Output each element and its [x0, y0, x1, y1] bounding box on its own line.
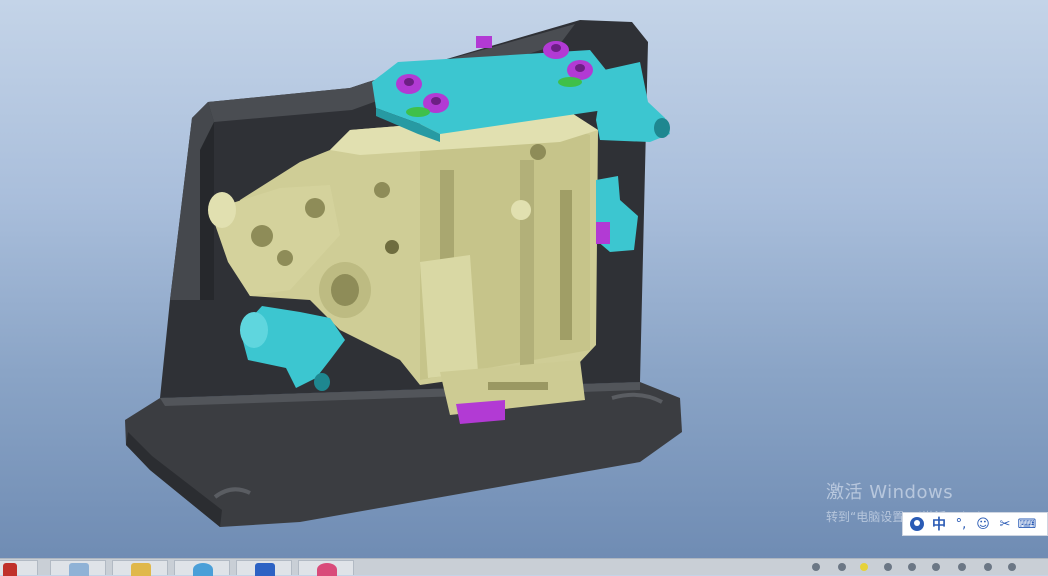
taskbar-windows-explorer[interactable] — [112, 560, 168, 576]
tray-icon[interactable] — [932, 563, 940, 571]
file-explorer-icon — [69, 563, 89, 576]
ime-toolbar: 中 °, ☺ ✂ ⌨ — [902, 512, 1048, 536]
tray-icon[interactable] — [884, 563, 892, 571]
browser-icon — [317, 563, 337, 576]
taskbar — [0, 558, 1048, 576]
cad-3d-viewport[interactable]: 激活 Windows 转到“电脑设置”以激活 Windows。 — [0, 0, 1048, 558]
scissors-icon[interactable]: ✂ — [995, 514, 1015, 534]
app-icon — [255, 563, 275, 576]
windows-explorer-icon — [131, 563, 151, 576]
tray-icon[interactable] — [860, 563, 868, 571]
tray-icon[interactable] — [1008, 563, 1016, 571]
tray-icon[interactable] — [812, 563, 820, 571]
user-avatar-icon[interactable] — [907, 514, 927, 534]
emoji-icon[interactable]: ☺ — [973, 514, 993, 534]
taskbar-app-red[interactable] — [0, 560, 38, 576]
taskbar-store[interactable] — [174, 560, 230, 576]
keyboard-icon[interactable]: ⌨ — [1017, 514, 1037, 534]
app-icon — [3, 563, 17, 576]
taskbar-browser[interactable] — [298, 560, 354, 576]
bottom-bolt — [456, 400, 505, 424]
fixture-base-plate — [125, 382, 682, 527]
tray-icon[interactable] — [908, 563, 916, 571]
taskbar-file-explorer[interactable] — [50, 560, 106, 576]
watermark-title: 激活 Windows — [826, 482, 954, 503]
tray-icon[interactable] — [984, 563, 992, 571]
tray-icon[interactable] — [838, 563, 846, 571]
fixture-assembly-model[interactable] — [0, 0, 1048, 558]
taskbar-app[interactable] — [236, 560, 292, 576]
ime-punctuation-toggle[interactable]: °, — [951, 514, 971, 534]
store-icon — [193, 563, 213, 576]
tray-icon[interactable] — [958, 563, 966, 571]
ime-language-toggle[interactable]: 中 — [929, 514, 949, 534]
